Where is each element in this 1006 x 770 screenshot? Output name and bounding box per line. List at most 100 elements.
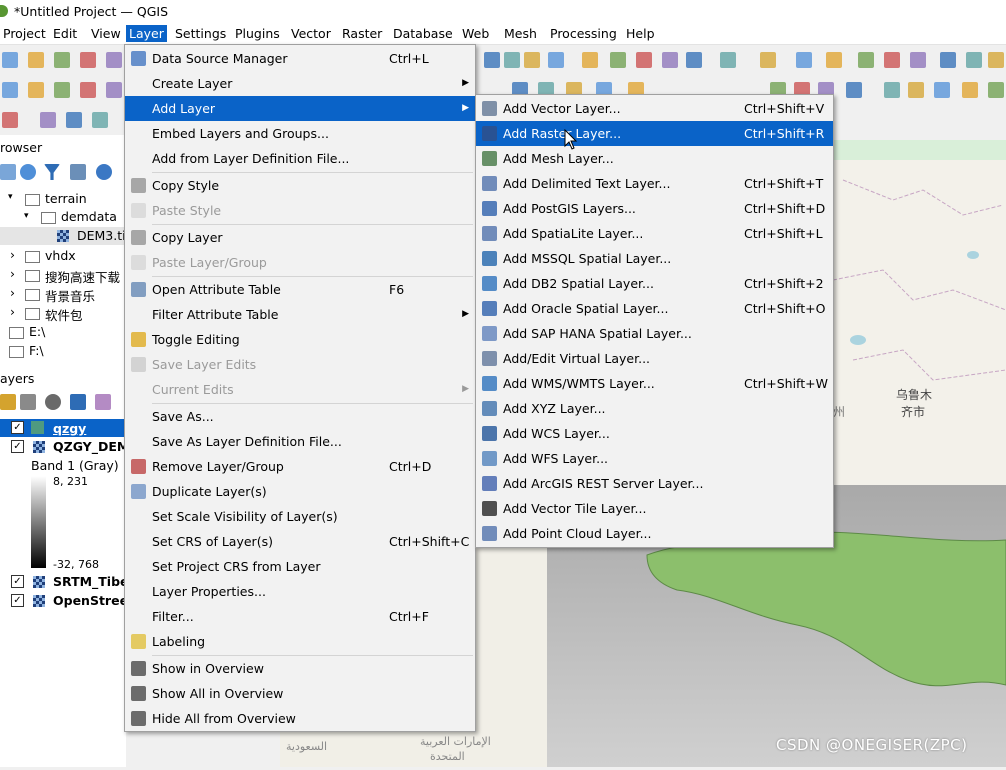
toolbar-button-icon[interactable] xyxy=(548,52,564,68)
eye-icon[interactable] xyxy=(45,394,61,410)
layer-menu-item[interactable]: Layer Properties... xyxy=(125,579,475,604)
add-layer-menu-item[interactable]: Add SAP HANA Spatial Layer... xyxy=(476,321,833,346)
add-layer-menu-item[interactable]: Add XYZ Layer... xyxy=(476,396,833,421)
menu-mesh[interactable]: Mesh xyxy=(501,25,540,42)
toolbar-button-icon[interactable] xyxy=(858,52,874,68)
browser-item[interactable]: vhdx xyxy=(45,248,76,263)
layer-menu-item[interactable]: Create Layer ▶ xyxy=(125,71,475,96)
add-layer-menu-item[interactable]: Add Delimited Text Layer... Ctrl+Shift+T xyxy=(476,171,833,196)
filter-icon[interactable] xyxy=(44,164,60,180)
layer-menu-item[interactable]: Remove Layer/Group Ctrl+D xyxy=(125,454,475,479)
collapse-icon[interactable] xyxy=(70,164,86,180)
tree-expand-icon[interactable]: › xyxy=(10,247,15,262)
layer-menu-item[interactable]: Show in Overview xyxy=(125,656,475,681)
add-layer-menu-item[interactable]: Add Mesh Layer... xyxy=(476,146,833,171)
toolbar-button-icon[interactable] xyxy=(720,52,736,68)
browser-item[interactable]: F:\ xyxy=(29,343,44,358)
menu-view[interactable]: View xyxy=(88,25,124,42)
toolbar-button-icon[interactable] xyxy=(80,82,96,98)
menu-raster[interactable]: Raster xyxy=(339,25,385,42)
tree-expand-icon[interactable]: › xyxy=(10,266,15,281)
menu-settings[interactable]: Settings xyxy=(172,25,229,42)
menu-web[interactable]: Web xyxy=(459,25,492,42)
layer-checkbox-osm[interactable]: ✓ xyxy=(11,594,24,607)
layer-menu-item[interactable]: Save As... xyxy=(125,404,475,429)
toolbar-button-icon[interactable] xyxy=(662,52,678,68)
layer-checkbox-qzgy-dem[interactable]: ✓ xyxy=(11,440,24,453)
toolbar-button-icon[interactable] xyxy=(966,52,982,68)
toolbar-button-icon[interactable] xyxy=(884,82,900,98)
add-layer-menu-item[interactable]: Add Raster Layer... Ctrl+Shift+R xyxy=(476,121,833,146)
menu-project[interactable]: Project xyxy=(0,25,49,42)
browser-item[interactable]: 软件包 xyxy=(45,305,83,324)
toolbar-button-icon[interactable] xyxy=(940,52,956,68)
layer-menu-item[interactable]: Toggle Editing xyxy=(125,327,475,352)
toolbar-button-icon[interactable] xyxy=(884,52,900,68)
layer-menu-item[interactable]: Save As Layer Definition File... xyxy=(125,429,475,454)
toolbar-button-icon[interactable] xyxy=(934,82,950,98)
toolbar-button-icon[interactable] xyxy=(686,52,702,68)
add-layer-menu-item[interactable]: Add SpatiaLite Layer... Ctrl+Shift+L xyxy=(476,221,833,246)
layer-menu-item[interactable]: Duplicate Layer(s) xyxy=(125,479,475,504)
toolbar-button-icon[interactable] xyxy=(988,82,1004,98)
layer-menu-item[interactable]: Labeling xyxy=(125,629,475,654)
browser-item-terrain[interactable]: terrain xyxy=(45,191,87,206)
layer-menu-item[interactable]: Copy Layer xyxy=(125,225,475,250)
add-layer-menu-item[interactable]: Add Point Cloud Layer... xyxy=(476,521,833,546)
layer-menu-item[interactable]: Show All in Overview xyxy=(125,681,475,706)
toolbar-button-icon[interactable] xyxy=(504,52,520,68)
browser-item-dem3[interactable]: DEM3.tif xyxy=(77,228,130,243)
tree-expand-icon[interactable]: › xyxy=(10,304,15,319)
layer-menu-item[interactable]: Data Source Manager Ctrl+L xyxy=(125,46,475,71)
browser-item[interactable]: 背景音乐 xyxy=(45,286,95,305)
tree-expand-icon[interactable]: › xyxy=(10,285,15,300)
layer-menu-item[interactable]: Filter... Ctrl+F xyxy=(125,604,475,629)
toolbar-button-icon[interactable] xyxy=(582,52,598,68)
layer-item-qzgy[interactable]: qzgy xyxy=(53,421,86,436)
toolbar-button-icon[interactable] xyxy=(846,82,862,98)
toolbar-button-icon[interactable] xyxy=(28,82,44,98)
menu-edit[interactable]: Edit xyxy=(50,25,80,42)
add-layer-menu-item[interactable]: Add MSSQL Spatial Layer... xyxy=(476,246,833,271)
menu-help[interactable]: Help xyxy=(623,25,658,42)
toolbar-button-icon[interactable] xyxy=(524,52,540,68)
layer-menu-item[interactable]: Add from Layer Definition File... xyxy=(125,146,475,171)
browser-item-demdata[interactable]: demdata xyxy=(61,209,117,224)
toolbar-button-icon[interactable] xyxy=(826,52,842,68)
menu-vector[interactable]: Vector xyxy=(288,25,334,42)
add-layer-menu-item[interactable]: Add Oracle Spatial Layer... Ctrl+Shift+O xyxy=(476,296,833,321)
toolbar-button-icon[interactable] xyxy=(610,52,626,68)
layer-menu-item[interactable]: Set Scale Visibility of Layer(s) xyxy=(125,504,475,529)
toolbar-button-icon[interactable] xyxy=(80,52,96,68)
toolbar-button-icon[interactable] xyxy=(760,52,776,68)
toolbar-button-icon[interactable] xyxy=(40,112,56,128)
toolbar-button-icon[interactable] xyxy=(2,82,18,98)
browser-item[interactable]: 搜狗高速下载 xyxy=(45,267,120,286)
layer-menu-item[interactable]: Hide All from Overview xyxy=(125,706,475,731)
toolbar-button-icon[interactable] xyxy=(92,112,108,128)
add-layer-menu-item[interactable]: Add WCS Layer... xyxy=(476,421,833,446)
layer-menu-item[interactable]: Set CRS of Layer(s) Ctrl+Shift+C xyxy=(125,529,475,554)
toolbar-button-icon[interactable] xyxy=(2,112,18,128)
add-layer-menu-item[interactable]: Add DB2 Spatial Layer... Ctrl+Shift+2 xyxy=(476,271,833,296)
style-icon[interactable] xyxy=(0,394,16,410)
layer-menu-item[interactable]: Filter Attribute Table ▶ xyxy=(125,302,475,327)
toolbar-button-icon[interactable] xyxy=(796,52,812,68)
layer-menu-item[interactable]: Copy Style xyxy=(125,173,475,198)
toolbar-button-icon[interactable] xyxy=(484,52,500,68)
menu-layer[interactable]: Layer xyxy=(126,25,167,42)
filter-legend-icon[interactable] xyxy=(70,394,86,410)
tree-arrow-icon[interactable]: ▾ xyxy=(8,192,13,202)
toolbar-button-icon[interactable] xyxy=(28,52,44,68)
layer-item-osm[interactable]: OpenStreet xyxy=(53,593,134,608)
toolbar-button-icon[interactable] xyxy=(988,52,1004,68)
browser-item[interactable]: E:\ xyxy=(29,324,45,339)
toolbar-button-icon[interactable] xyxy=(106,52,122,68)
menu-processing[interactable]: Processing xyxy=(547,25,620,42)
add-selected-icon[interactable] xyxy=(0,164,16,180)
toolbar-button-icon[interactable] xyxy=(910,52,926,68)
layer-menu-item[interactable]: Embed Layers and Groups... xyxy=(125,121,475,146)
toolbar-button-icon[interactable] xyxy=(54,82,70,98)
layer-checkbox-qzgy[interactable]: ✓ xyxy=(11,421,24,434)
toolbar-button-icon[interactable] xyxy=(54,52,70,68)
